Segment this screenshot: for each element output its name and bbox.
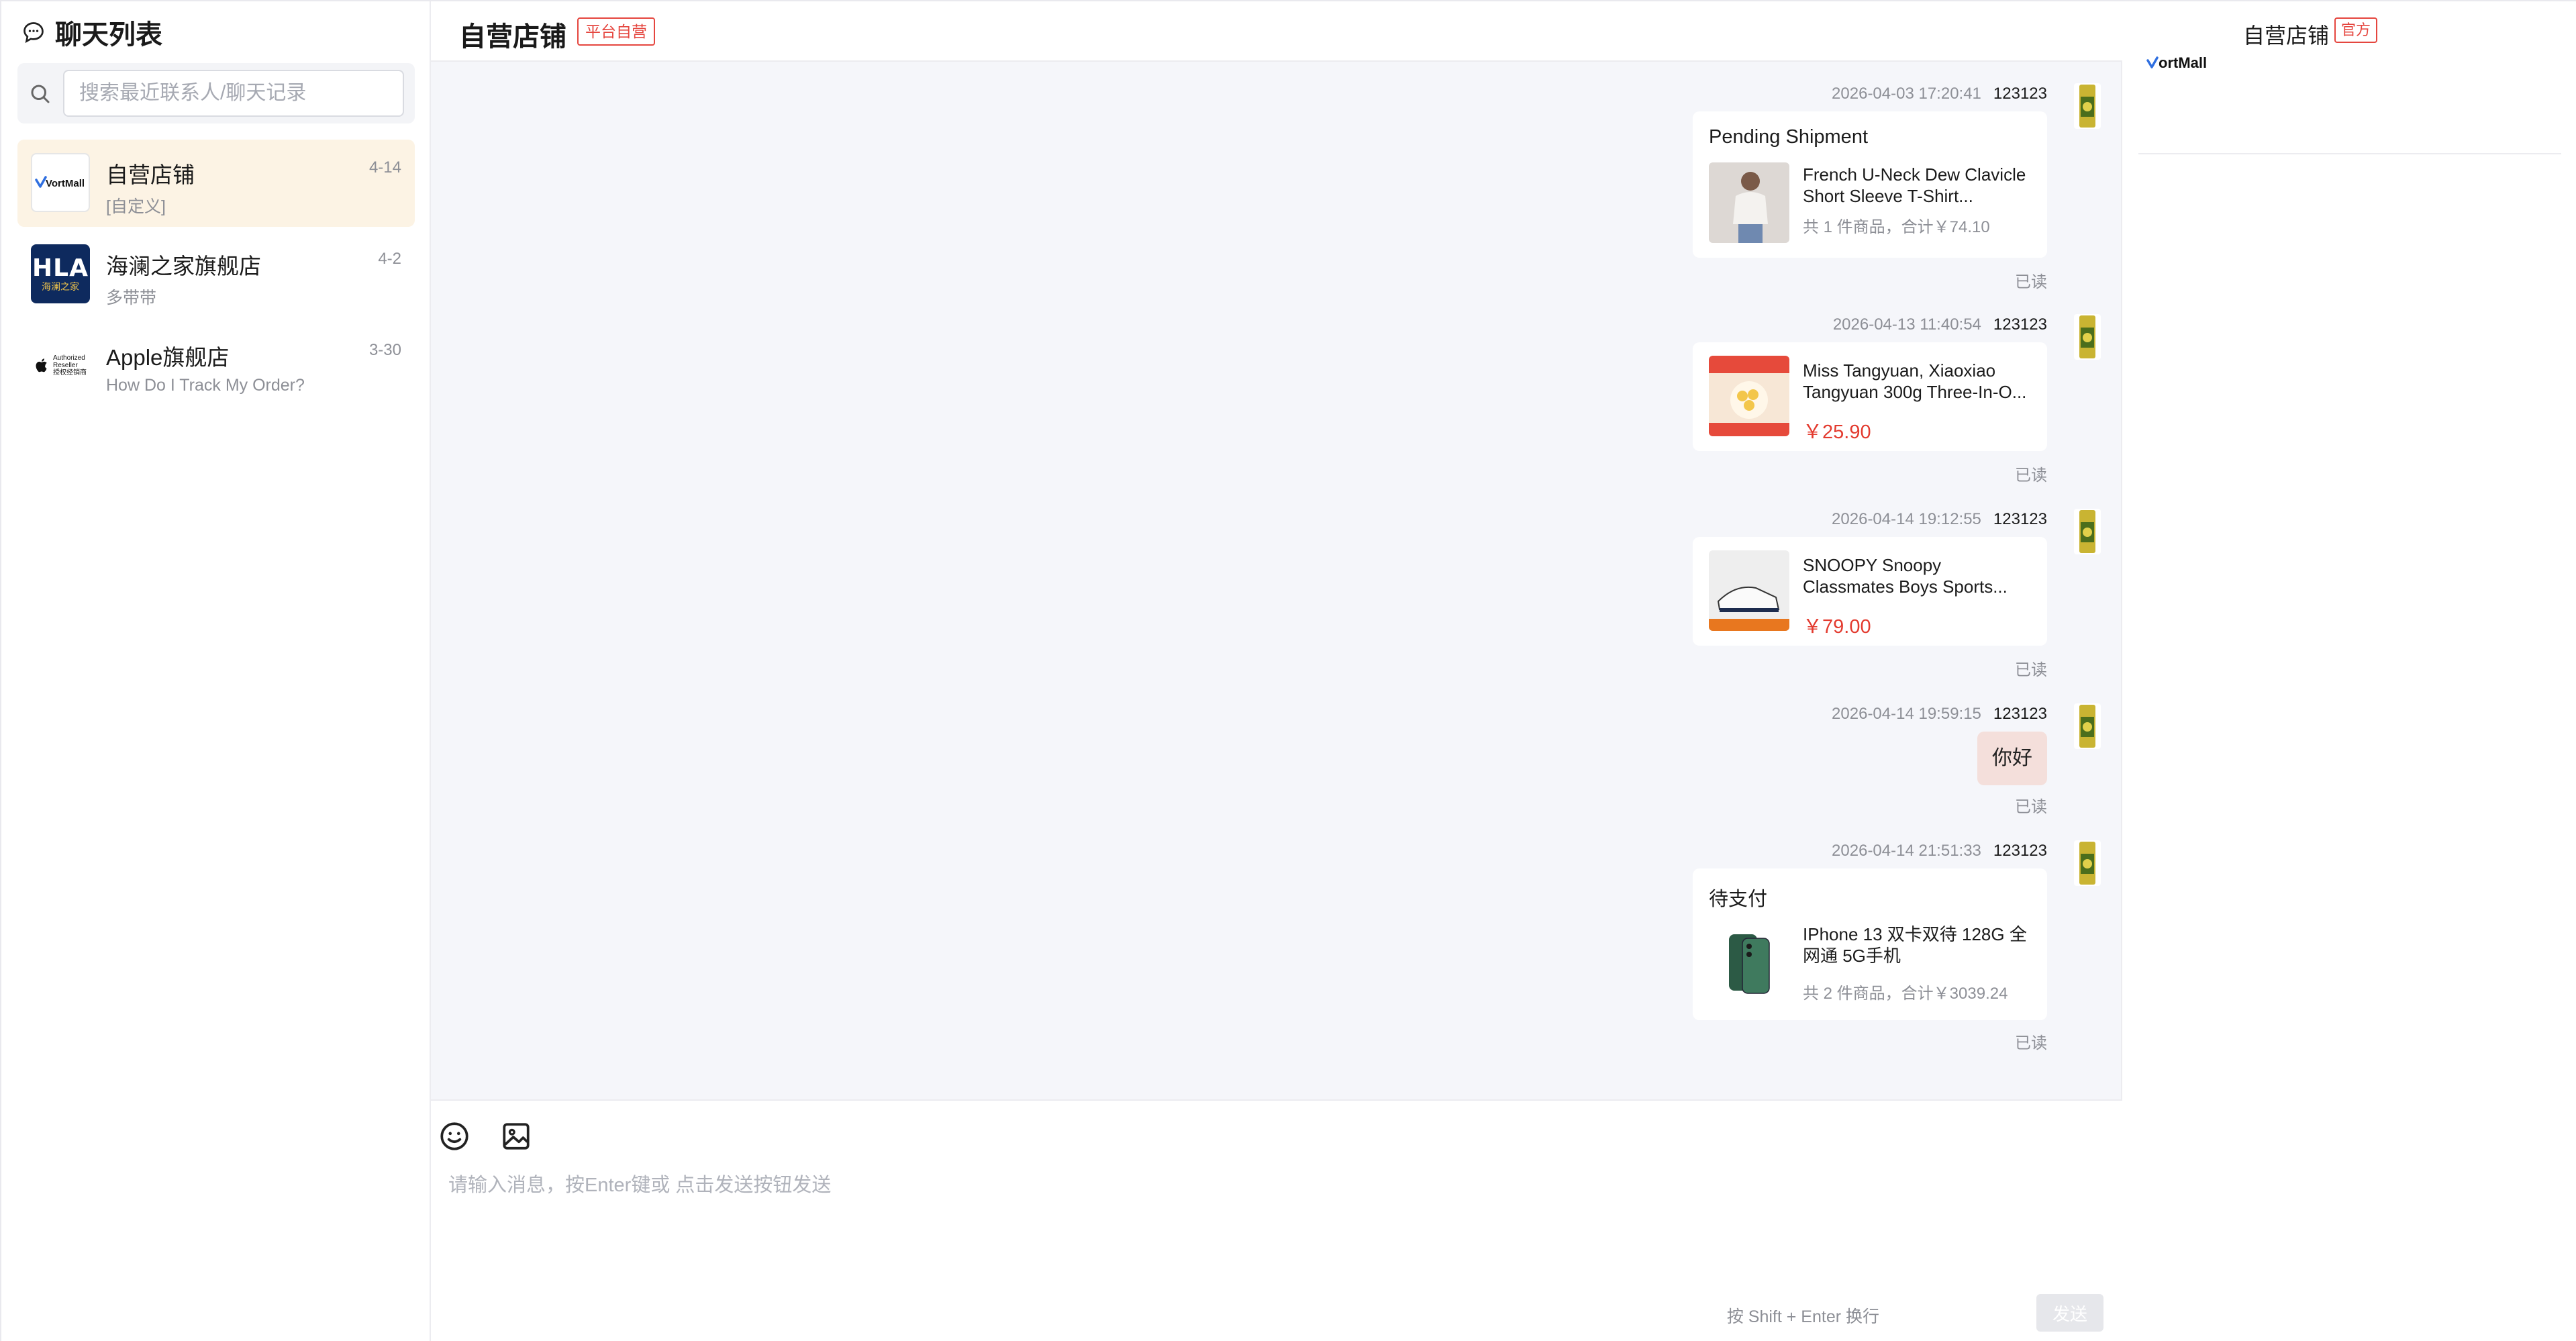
- message-meta: 2026-04-14 19:59:15 123123: [1832, 705, 2047, 724]
- search-icon: [31, 85, 50, 103]
- message-user: 123123: [1993, 842, 2047, 860]
- product-card[interactable]: SNOOPY Snoopy Classmates Boys Sports... …: [1693, 537, 2047, 646]
- store-avatar: Authorized Reseller 授权经销商: [31, 336, 90, 395]
- user-avatar-image: [2079, 705, 2095, 748]
- image-upload-icon[interactable]: [499, 1120, 533, 1153]
- official-badge: 官方: [2334, 17, 2378, 43]
- contact-item-apple[interactable]: Authorized Reseller 授权经销商 Apple旗舰店 How D…: [17, 322, 415, 409]
- vortmall-logo-icon: VortMall: [35, 176, 85, 189]
- product-thumbnail: [1709, 356, 1789, 436]
- newline-hint: 按 Shift + Enter 换行: [1726, 1307, 1879, 1326]
- contact-name: 海澜之家旗舰店: [106, 254, 261, 279]
- read-status: 已读: [2015, 1034, 2047, 1052]
- tshirt-product-image: [1709, 162, 1789, 243]
- hla-logo-subtext: 海澜之家: [42, 281, 79, 292]
- message-user: 123123: [1993, 315, 2047, 334]
- contact-name: Apple旗舰店: [106, 345, 230, 370]
- contact-item-hla[interactable]: HLA 海澜之家 海澜之家旗舰店 多带带 4-2: [17, 231, 415, 318]
- product-price: ￥79.00: [1803, 616, 1871, 638]
- contact-preview: 多带带: [106, 289, 157, 307]
- chat-header: 自营店铺 平台自营: [431, 1, 2122, 62]
- message-meta: 2026-04-03 17:20:41 123123: [1832, 85, 2047, 103]
- user-avatar[interactable]: [2074, 509, 2101, 554]
- message-time: 2026-04-14 19:59:15: [1832, 705, 1981, 723]
- chat-list-header: 聊天列表: [21, 15, 162, 50]
- product-name: SNOOPY Snoopy Classmates Boys Sports...: [1803, 555, 2008, 597]
- product-thumbnail: [1709, 162, 1789, 243]
- contact-item-self-store[interactable]: VortMall 自营店铺 [自定义] 4-14: [17, 140, 415, 227]
- user-avatar-image: [2079, 315, 2095, 358]
- store-info-panel: 自营店铺 官方 ortMall: [2122, 1, 2576, 1341]
- contact-date: 3-30: [368, 341, 401, 359]
- logo-text: ortMall: [2159, 54, 2207, 71]
- product-thumbnail: [1709, 550, 1789, 631]
- apple-reseller-text: Authorized Reseller 授权经销商: [53, 354, 87, 377]
- user-avatar[interactable]: [2074, 83, 2101, 129]
- read-status: 已读: [2015, 466, 2047, 485]
- order-card[interactable]: Pending Shipment French U-Neck Dew Clavi…: [1693, 111, 2047, 258]
- logo-text: VortMall: [46, 178, 85, 189]
- chat-window: 自营店铺 平台自营 2026-04-03 17:20:41 123123 Pend…: [431, 1, 2122, 1341]
- chat-bubble-icon: [23, 22, 44, 44]
- apple-logo-icon: [36, 358, 47, 372]
- panel-divider: [2138, 153, 2561, 154]
- read-status: 已读: [2015, 661, 2047, 679]
- order-status-title: 待支付: [1709, 889, 1768, 910]
- message-meta: 2026-04-13 11:40:54 123123: [1833, 315, 2047, 334]
- read-status: 已读: [2015, 798, 2047, 816]
- user-avatar-image: [2079, 510, 2095, 553]
- store-avatar: HLA 海澜之家: [31, 244, 90, 303]
- order-summary: 共 2 件商品，合计￥3039.24: [1803, 985, 2008, 1003]
- contact-date: 4-14: [368, 158, 401, 177]
- message-meta: 2026-04-14 19:12:55 123123: [1832, 510, 2047, 529]
- message-user: 123123: [1993, 510, 2047, 528]
- chat-list-sidebar: 聊天列表 VortMall 自营店铺 [自定义] 4-14 HL: [1, 1, 431, 1341]
- vortmall-logo-icon: ortMall: [2146, 54, 2207, 71]
- emoji-icon[interactable]: [438, 1120, 471, 1153]
- message-user: 123123: [1993, 705, 2047, 723]
- text-message-bubble[interactable]: 你好: [1977, 732, 2047, 785]
- sneaker-product-image: [1709, 550, 1789, 631]
- message-user: 123123: [1993, 85, 2047, 103]
- message-time: 2026-04-14 19:12:55: [1832, 510, 1981, 528]
- hla-logo-text: HLA: [32, 254, 89, 282]
- message-input[interactable]: [448, 1169, 2099, 1283]
- user-avatar-image: [2079, 85, 2095, 128]
- product-card[interactable]: Miss Tangyuan, Xiaoxiao Tangyuan 300g Th…: [1693, 342, 2047, 451]
- order-card[interactable]: 待支付 IPhone 13 双卡双待 128G 全网通 5G手机 共 2 件商品…: [1693, 868, 2047, 1020]
- message-meta: 2026-04-14 21:51:33 123123: [1832, 842, 2047, 860]
- store-name: 自营店铺: [2243, 23, 2330, 48]
- search-box: [17, 63, 415, 123]
- contact-name: 自营店铺: [106, 162, 195, 187]
- product-name: IPhone 13 双卡双待 128G 全网通 5G手机: [1803, 924, 2027, 966]
- chat-list-title: 聊天列表: [55, 20, 162, 50]
- message-time: 2026-04-14 21:51:33: [1832, 842, 1981, 860]
- contact-preview: [自定义]: [106, 197, 166, 216]
- send-button[interactable]: 发送: [2036, 1294, 2103, 1332]
- chat-title: 自营店铺: [459, 22, 566, 52]
- contact-date: 4-2: [378, 250, 401, 268]
- user-avatar[interactable]: [2074, 703, 2101, 749]
- product-thumbnail: [1709, 924, 1789, 1004]
- store-avatar: VortMall: [31, 153, 90, 212]
- order-status-title: Pending Shipment: [1709, 126, 1868, 148]
- read-status: 已读: [2015, 273, 2047, 291]
- message-time: 2026-04-03 17:20:41: [1832, 85, 1981, 103]
- message-composer: 按 Shift + Enter 换行 发送: [431, 1099, 2122, 1341]
- product-price: ￥25.90: [1803, 421, 1871, 443]
- user-avatar-image: [2079, 842, 2095, 885]
- user-avatar[interactable]: [2074, 314, 2101, 360]
- iphone-product-image: [1709, 924, 1789, 1004]
- product-name: French U-Neck Dew Clavicle Short Sleeve …: [1803, 164, 2026, 206]
- chat-app: 聊天列表 VortMall 自营店铺 [自定义] 4-14 HL: [0, 0, 2576, 1341]
- platform-badge: 平台自营: [577, 17, 655, 46]
- message-time: 2026-04-13 11:40:54: [1832, 315, 1981, 334]
- tangyuan-product-image: [1709, 356, 1789, 436]
- contact-preview: How Do I Track My Order?: [106, 376, 305, 395]
- product-name: Miss Tangyuan, Xiaoxiao Tangyuan 300g Th…: [1803, 360, 2027, 402]
- order-summary: 共 1 件商品，合计￥74.10: [1803, 218, 1990, 236]
- search-input[interactable]: [63, 70, 404, 117]
- user-avatar[interactable]: [2074, 840, 2101, 886]
